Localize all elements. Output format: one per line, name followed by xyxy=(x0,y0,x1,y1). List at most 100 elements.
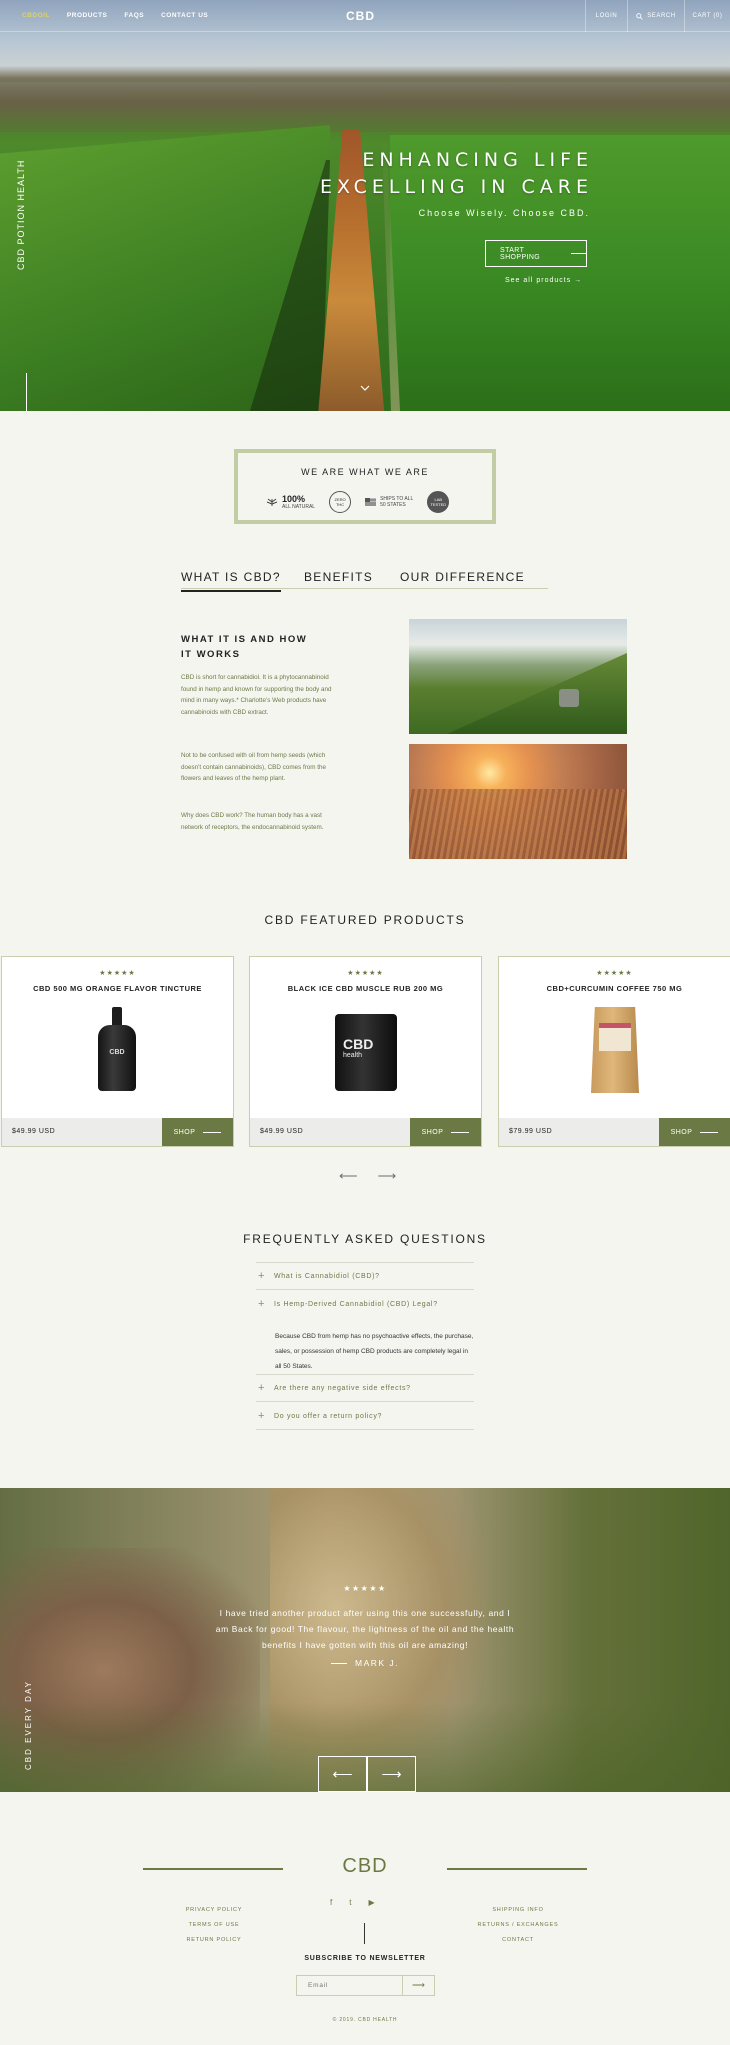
return-policy-link[interactable]: RETURN POLICY xyxy=(159,1933,269,1948)
shop-button[interactable]: SHOP xyxy=(659,1118,730,1146)
privacy-policy-link[interactable]: PRIVACY POLICY xyxy=(159,1903,269,1918)
arrow-left-icon[interactable]: ⟵ xyxy=(318,1756,367,1792)
faq-item[interactable]: + Do you offer a return policy? xyxy=(256,1402,474,1430)
cart-label: CART (0) xyxy=(692,13,723,19)
lab-tested-icon: LAB TESTED xyxy=(427,491,450,513)
all-natural-percent: 100% xyxy=(282,494,306,504)
muscle-rub-tin-image: CBD health xyxy=(335,1014,397,1091)
hero-title: ENHANCING LIFE EXCELLING IN CARE xyxy=(320,147,593,201)
copyright: © 2019. CBD HEALTH xyxy=(332,2017,398,2023)
plus-icon: + xyxy=(258,1410,265,1422)
faq-question: Are there any negative side effects? xyxy=(274,1385,411,1392)
faq-question: Is Hemp-Derived Cannabidiol (CBD) Legal? xyxy=(274,1301,438,1308)
faq-item[interactable]: + What is Cannabidiol (CBD)? xyxy=(256,1262,474,1290)
testimonial-side-label: CBD EVERY DAY xyxy=(24,1679,33,1770)
tin-sublabel: health xyxy=(343,1052,363,1059)
all-natural-text: 100% ALL NATURAL xyxy=(282,494,315,510)
ships-text: SHIPS TO ALL 50 STATES xyxy=(380,496,413,508)
about-paragraph-3: Why does CBD work? The human body has a … xyxy=(181,812,324,831)
plus-icon: + xyxy=(258,1298,265,1310)
hero: CBDOIL PRODUCTS FAQS CONTACT US CBD LOGI… xyxy=(0,0,730,411)
hero-side-line xyxy=(26,373,27,411)
shipping-info-link[interactable]: SHIPPING INFO xyxy=(463,1903,573,1918)
product-price: $49.99 USD xyxy=(12,1128,56,1135)
bottle-label: CBD xyxy=(109,1049,125,1056)
product-price: $49.99 USD xyxy=(260,1128,304,1135)
rock-shape xyxy=(559,689,579,707)
tab-our-difference[interactable]: OUR DIFFERENCE xyxy=(400,570,525,584)
see-all-products-link[interactable]: See all products → xyxy=(505,277,582,284)
nav-actions: LOGIN SEARCH CART (0) xyxy=(585,0,730,32)
hero-title-line-1: ENHANCING LIFE xyxy=(362,149,593,171)
lab-tested-label: LAB TESTED xyxy=(430,497,447,507)
rating-stars: ★★★★★ xyxy=(596,970,633,977)
product-card[interactable]: ★★★★★ CBD+CURCUMIN COFFEE 750 MG $79.99 … xyxy=(498,956,730,1147)
author-name: MARK J. xyxy=(354,1658,400,1668)
bag-label xyxy=(599,1023,631,1051)
testimonial-section: ★★★★★ I have tried another product after… xyxy=(0,1488,730,1792)
rating-stars: ★★★★★ xyxy=(99,970,136,977)
flag-icon xyxy=(365,498,377,506)
product-footer: $79.99 USD SHOP xyxy=(499,1118,730,1146)
hero-subtitle: Choose Wisely. Choose CBD. xyxy=(418,208,590,218)
returns-link[interactable]: RETURNS / EXCHANGES xyxy=(463,1918,573,1933)
product-name[interactable]: CBD+CURCUMIN COFFEE 750 MG xyxy=(499,984,730,993)
faq-title: FREQUENTLY ASKED QUESTIONS xyxy=(243,1232,487,1246)
about-paragraph-1: CBD is short for cannabidiol. It is a ph… xyxy=(181,674,332,716)
site-logo[interactable]: CBD xyxy=(346,9,375,23)
chevron-down-icon[interactable] xyxy=(358,381,372,395)
tab-benefits[interactable]: BENEFITS xyxy=(304,570,373,584)
footer-logo[interactable]: CBD xyxy=(0,1855,730,1878)
hills-photo xyxy=(409,619,627,734)
button-line-icon xyxy=(700,1131,719,1133)
nav-link-products[interactable]: PRODUCTS xyxy=(67,12,107,19)
nav-links: CBDOIL PRODUCTS FAQS CONTACT US xyxy=(22,12,208,19)
testimonial-nav: ⟵ ⟶ xyxy=(318,1756,416,1792)
search-label: SEARCH xyxy=(647,13,676,19)
plus-icon: + xyxy=(258,1270,265,1282)
values-badge: WE ARE WHAT WE ARE 100% ALL NATURAL ZERO T… xyxy=(234,449,496,524)
product-name[interactable]: BLACK ICE CBD MUSCLE RUB 200 MG xyxy=(250,984,481,993)
rating-stars: ★★★★★ xyxy=(347,970,384,977)
product-name[interactable]: CBD 500 MG ORANGE FLAVOR TINCTURE xyxy=(2,984,233,993)
arrow-right-icon[interactable]: ⟶ xyxy=(367,1756,416,1792)
hero-distant-fields xyxy=(0,82,730,132)
social-links: f t ▶ xyxy=(330,1898,375,1907)
faq-item[interactable]: + Are there any negative side effects? xyxy=(256,1374,474,1402)
ships-badge: SHIPS TO ALL 50 STATES xyxy=(365,496,413,508)
search-button[interactable]: SEARCH xyxy=(627,0,684,32)
contact-link[interactable]: CONTACT xyxy=(463,1933,573,1948)
all-natural-badge: 100% ALL NATURAL xyxy=(266,494,315,510)
product-price: $79.99 USD xyxy=(509,1128,553,1135)
footer-links-right: SHIPPING INFO RETURNS / EXCHANGES CONTAC… xyxy=(463,1903,573,1948)
shop-button[interactable]: SHOP xyxy=(162,1118,233,1146)
badge-title: WE ARE WHAT WE ARE xyxy=(301,467,429,477)
carousel-arrows: ⟵ ⟶ xyxy=(339,1168,396,1184)
nav-link-cbdoil[interactable]: CBDOIL xyxy=(22,12,50,19)
terms-link[interactable]: TERMS OF USE xyxy=(159,1918,269,1933)
cart-button[interactable]: CART (0) xyxy=(684,0,730,32)
hill-shape xyxy=(447,644,627,734)
shop-label: SHOP xyxy=(421,1128,444,1136)
top-nav: CBDOIL PRODUCTS FAQS CONTACT US CBD LOGI… xyxy=(0,0,730,32)
login-button[interactable]: LOGIN xyxy=(585,0,627,32)
shop-button[interactable]: SHOP xyxy=(410,1118,481,1146)
submit-arrow-icon[interactable]: ⟶ xyxy=(402,1976,434,1995)
about-paragraph-2: Not to be confused with oil from hemp se… xyxy=(181,752,327,782)
tab-what-is-cbd[interactable]: WHAT IS CBD? xyxy=(181,570,281,592)
arrow-right-icon[interactable]: ⟶ xyxy=(378,1168,397,1184)
email-field[interactable] xyxy=(297,1976,403,1995)
product-card[interactable]: ★★★★★ BLACK ICE CBD MUSCLE RUB 200 MG CB… xyxy=(249,956,482,1147)
twitter-icon[interactable]: t xyxy=(349,1898,351,1907)
nav-link-contact[interactable]: CONTACT US xyxy=(161,12,208,19)
facebook-icon[interactable]: f xyxy=(330,1898,332,1907)
product-footer: $49.99 USD SHOP xyxy=(2,1118,233,1146)
arrow-left-icon[interactable]: ⟵ xyxy=(339,1168,358,1184)
product-card[interactable]: ★★★★★ CBD 500 MG ORANGE FLAVOR TINCTURE … xyxy=(1,956,234,1147)
info-tabs: WHAT IS CBD? BENEFITS OUR DIFFERENCE xyxy=(181,567,548,592)
youtube-icon[interactable]: ▶ xyxy=(368,1898,374,1907)
start-shopping-button[interactable]: START SHOPPING xyxy=(485,240,587,267)
dash-icon xyxy=(330,1663,347,1665)
faq-item-expanded[interactable]: + Is Hemp-Derived Cannabidiol (CBD) Legal… xyxy=(256,1290,474,1318)
nav-link-faqs[interactable]: FAQS xyxy=(124,12,144,19)
